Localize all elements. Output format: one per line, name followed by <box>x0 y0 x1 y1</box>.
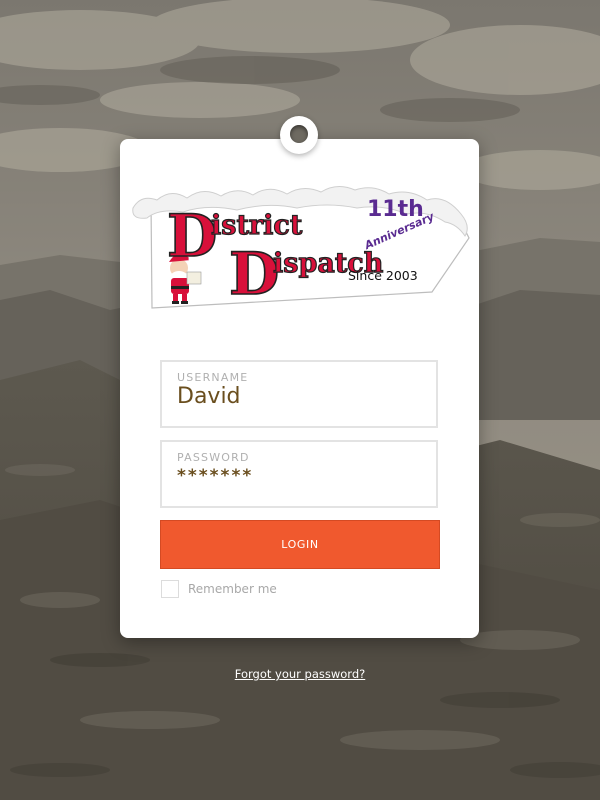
remember-me-row[interactable]: Remember me <box>161 580 277 598</box>
login-screen: D istrict D ispatch 11th Anniversary Sin… <box>0 0 600 800</box>
username-input[interactable]: David <box>177 384 241 409</box>
logo-since: Since 2003 <box>348 268 418 283</box>
password-field[interactable]: PASSWORD ******* <box>160 440 438 508</box>
password-input[interactable]: ******* <box>177 466 253 486</box>
forgot-password-row: Forgot your password? <box>0 667 600 681</box>
logo-initial-1: D <box>167 202 217 270</box>
remember-me-checkbox[interactable] <box>161 580 179 598</box>
login-button[interactable]: LOGIN <box>160 520 440 569</box>
logo-initial-2: D <box>229 240 279 308</box>
password-label: PASSWORD <box>177 451 250 464</box>
logo-line-1: istrict <box>211 210 303 241</box>
username-label: USERNAME <box>177 371 249 384</box>
forgot-password-link[interactable]: Forgot your password? <box>235 667 365 681</box>
username-field[interactable]: USERNAME David <box>160 360 438 428</box>
card-hanger-hole <box>280 116 318 154</box>
district-dispatch-logo: D istrict D ispatch 11th Anniversary Sin… <box>127 180 477 315</box>
remember-me-label[interactable]: Remember me <box>188 582 277 596</box>
